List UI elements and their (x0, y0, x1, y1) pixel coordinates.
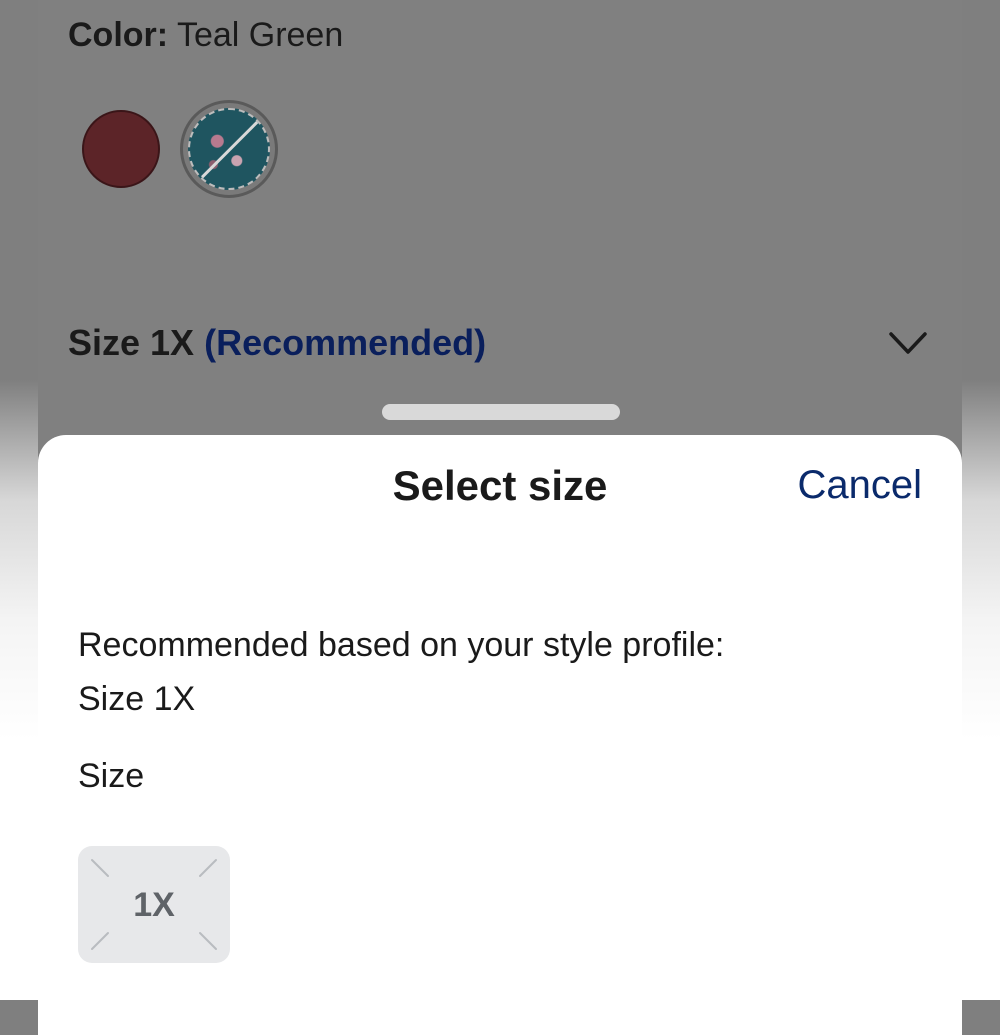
color-value: Teal Green (176, 16, 344, 54)
color-swatch-teal-green[interactable] (180, 100, 278, 198)
unavailable-slash (196, 114, 265, 184)
size-dropdown-label[interactable]: Size 1X (Recommended) (68, 322, 486, 364)
size-heading: Size (78, 757, 145, 795)
size-option-1x[interactable]: 1X (78, 846, 230, 963)
chevron-down-icon[interactable] (888, 328, 928, 358)
recommendation-line: Recommended based on your style profile: (78, 626, 725, 664)
recommended-tag: (Recommended) (204, 322, 487, 363)
sheet-drag-handle[interactable] (382, 404, 620, 420)
size-option-label: 1X (133, 886, 175, 924)
teal-floral-pattern (188, 108, 270, 190)
cancel-button[interactable]: Cancel (797, 463, 922, 508)
select-size-sheet: Select size Cancel Recommended based on … (38, 435, 962, 1035)
color-label: Color: (68, 16, 169, 54)
recommended-size: Size 1X (78, 680, 196, 718)
color-selection-label: Color: Teal Green (68, 16, 343, 55)
recommendation-text: Recommended based on your style profile:… (78, 618, 724, 726)
color-swatch-burgundy[interactable] (82, 110, 160, 188)
selected-size: Size 1X (68, 322, 195, 363)
